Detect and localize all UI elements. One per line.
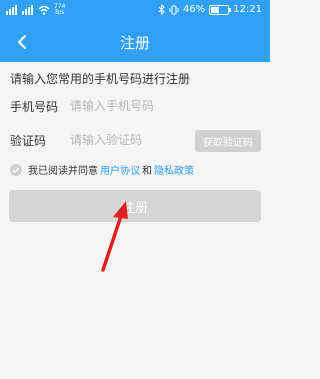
- register-button[interactable]: 注册: [9, 190, 261, 222]
- phone-label: 手机号码: [10, 99, 59, 114]
- agreement-row: 我已阅读并同意 用户协议 和 隐私政策: [10, 162, 196, 177]
- signal-icon: [6, 5, 17, 15]
- battery-fill: [211, 6, 219, 13]
- vibrate-icon: [169, 5, 179, 14]
- register-hint: 请输入您常用的手机号码进行注册: [10, 72, 191, 86]
- agree-prefix: 我已阅读并同意: [28, 166, 98, 177]
- wifi-icon: [38, 5, 50, 15]
- status-right: 46% 12:21: [158, 4, 262, 15]
- battery-icon: [209, 4, 232, 15]
- signal-icon-2: [22, 5, 33, 15]
- annotation-arrow-icon: [101, 201, 128, 272]
- get-code-button[interactable]: 获取验证码: [195, 130, 261, 152]
- check-icon: [12, 167, 20, 173]
- phone-row: 手机号码: [10, 93, 260, 119]
- bluetooth-icon: [158, 4, 165, 15]
- status-left: 774 B/s: [6, 4, 65, 16]
- agree-checkbox[interactable]: [10, 163, 22, 176]
- network-speed: 774 B/s: [54, 4, 65, 16]
- user-agreement-link[interactable]: 用户协议: [100, 162, 140, 177]
- phone-input[interactable]: [70, 99, 190, 113]
- title-bar: 注册: [0, 22, 270, 62]
- clock: 12:21: [233, 4, 262, 15]
- code-label: 验证码: [10, 133, 47, 148]
- agree-and: 和: [142, 166, 152, 177]
- status-bar: 774 B/s 46% 12:21: [0, 0, 270, 22]
- network-speed-unit: B/s: [55, 9, 65, 16]
- page-title: 注册: [119, 34, 150, 52]
- privacy-policy-link[interactable]: 隐私政策: [154, 162, 194, 177]
- code-input[interactable]: [70, 133, 190, 147]
- battery-percent: 46%: [182, 4, 206, 15]
